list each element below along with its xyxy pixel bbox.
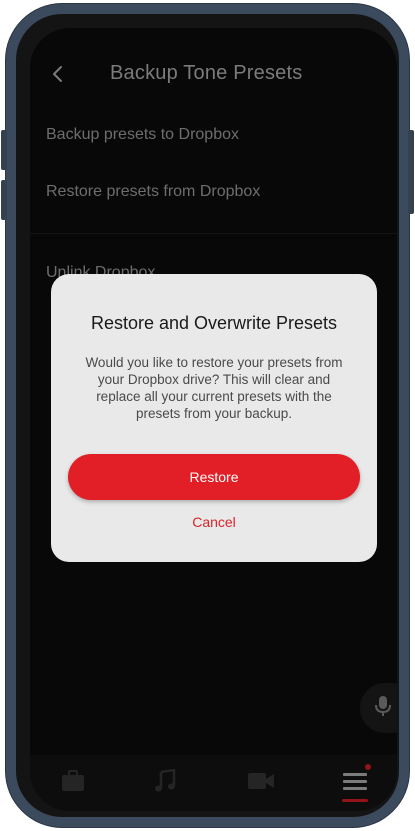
device-frame: Backup Tone Presets Backup presets to Dr…	[1, 4, 414, 827]
volume-down-button	[1, 180, 7, 220]
power-button	[408, 130, 414, 214]
app-screen: Backup Tone Presets Backup presets to Dr…	[30, 28, 397, 811]
restore-button[interactable]: Restore	[68, 454, 360, 500]
dialog-message: Would you like to restore your presets f…	[85, 355, 343, 421]
dialog-title: Restore and Overwrite Presets	[90, 313, 338, 333]
volume-up-button	[1, 130, 7, 170]
cancel-button[interactable]: Cancel	[164, 514, 264, 534]
restore-dialog: Restore and Overwrite Presets Would you …	[51, 274, 377, 562]
